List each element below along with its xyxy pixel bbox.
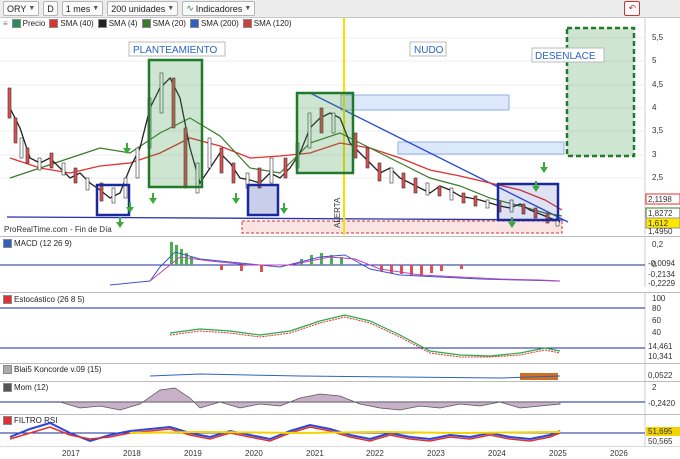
up-arrow-icon: [540, 162, 548, 173]
momentum-panel: Mom (12) 2 -0,2420: [0, 381, 680, 414]
x-tick: 2023: [427, 449, 445, 458]
macd-panel: MACD (12 26 9) 0,2 0 -0,0094 -0,2134 -0,…: [0, 236, 680, 287]
svg-text:3,5: 3,5: [652, 126, 664, 135]
svg-text:-0,2134: -0,2134: [648, 270, 676, 279]
stoch-k-line: [169, 314, 561, 357]
resistance-zone-lower: [397, 141, 565, 155]
x-tick: 2022: [366, 449, 384, 458]
back-button[interactable]: ↶: [624, 1, 640, 16]
svg-text:-0,0094: -0,0094: [648, 259, 676, 268]
svg-text:0,2: 0,2: [652, 240, 664, 249]
svg-text:4,5: 4,5: [652, 80, 664, 89]
svg-text:3: 3: [652, 150, 657, 159]
up-arrow-icon: [232, 193, 240, 204]
horizontal-support-line: [6, 216, 565, 221]
svg-text:5: 5: [652, 56, 657, 65]
stoch-d-line: [169, 316, 561, 358]
units-selector[interactable]: 200 unidades ▼: [107, 1, 179, 16]
price-tags: 2,1198 1,8272 1,612 1,4950: [645, 193, 680, 235]
svg-text:60: 60: [652, 316, 661, 325]
svg-text:14,461: 14,461: [648, 342, 673, 351]
box-nudo: [295, 91, 355, 175]
rsi-chart[interactable]: 51,695 50,565: [0, 415, 680, 447]
up-arrow-icon: [116, 217, 124, 228]
svg-text:10,341: 10,341: [648, 352, 673, 361]
watermark: ProRealTime.com - Fin de Día: [4, 225, 112, 234]
svg-text:5,5: 5,5: [652, 33, 664, 42]
svg-text:1,8272: 1,8272: [648, 209, 673, 218]
svg-text:-0,2229: -0,2229: [648, 279, 676, 287]
koncorde-panel: Blai5 Koncorde v.09 (15) 0,0522: [0, 363, 680, 381]
box-desenlace: [565, 26, 636, 158]
price-chart[interactable]: ALERTA PLANTEAMIENTO NUDO DESENLACE ProR…: [0, 18, 680, 235]
nudo-label: NUDO: [414, 45, 444, 56]
x-tick: 2018: [123, 449, 141, 458]
svg-text:2,5: 2,5: [652, 173, 664, 182]
period-letter-button[interactable]: D: [43, 1, 58, 16]
chevron-down-icon: ▼: [167, 5, 175, 12]
x-tick: 2017: [62, 449, 80, 458]
macd-chart[interactable]: 0,2 0 -0,0094 -0,2134 -0,2229: [0, 237, 680, 287]
stochastic-chart[interactable]: 100 80 60 40 14,461 10,341: [0, 293, 680, 363]
svg-text:-0,2420: -0,2420: [648, 399, 676, 408]
stoch-y-ticks: 100 80 60 40: [652, 294, 666, 337]
box-base-3: [496, 182, 560, 222]
chevron-down-icon: ▼: [244, 5, 252, 12]
up-arrow-icon: [126, 202, 134, 213]
timeframe-selector[interactable]: 1 mes ▼: [61, 1, 104, 16]
chevron-down-icon: ▼: [28, 5, 36, 12]
svg-text:1,4950: 1,4950: [648, 227, 673, 235]
koncorde-chart[interactable]: 0,0522: [0, 364, 680, 381]
up-arrow-icon: [149, 193, 157, 204]
svg-text:2: 2: [652, 383, 657, 392]
planteamiento-label: PLANTEAMIENTO: [133, 45, 217, 56]
rsi-panel: FILTRO RSI 51,695 50,565: [0, 414, 680, 447]
x-tick: 2021: [306, 449, 324, 458]
box-planteamiento: [147, 58, 204, 189]
arrow-left-icon: ↶: [628, 3, 636, 13]
x-tick: 2025: [549, 449, 567, 458]
x-tick: 2026: [610, 449, 628, 458]
svg-text:51,695: 51,695: [648, 427, 673, 436]
chevron-down-icon: ▼: [92, 5, 100, 12]
rsi-filter-line: [129, 430, 561, 435]
x-axis: 2017 2018 2019 2020 2021 2022 2023 2024 …: [0, 446, 680, 458]
x-tick: 2020: [245, 449, 263, 458]
box-base-2: [246, 183, 280, 217]
svg-text:40: 40: [652, 328, 661, 337]
up-arrow-icon: [280, 203, 288, 214]
toolbar: ORY ▼ D 1 mes ▼ 200 unidades ▼ ∿ Indicadores…: [0, 0, 680, 18]
x-tick: 2024: [488, 449, 506, 458]
indicators-icon: ∿: [186, 3, 194, 13]
svg-text:2,1198: 2,1198: [648, 195, 672, 204]
svg-text:0,0522: 0,0522: [648, 371, 673, 380]
mom-area: [59, 387, 561, 411]
svg-text:50,565: 50,565: [648, 437, 673, 446]
macd-histogram-positive: [170, 242, 343, 265]
x-tick: 2019: [184, 449, 202, 458]
symbol-selector[interactable]: ORY ▼: [3, 1, 40, 16]
desenlace-label: DESENLACE: [535, 51, 596, 62]
resistance-zone-upper: [340, 94, 510, 111]
price-y-ticks: 5,5 5 4,5 4 3,5 3 2,5: [652, 33, 664, 182]
svg-text:100: 100: [652, 294, 666, 303]
momentum-chart[interactable]: 2 -0,2420: [0, 382, 680, 414]
indicators-button[interactable]: ∿ Indicadores ▼: [182, 1, 256, 16]
stochastic-panel: Estocástico (26 8 5) 100 80 60 40 14,461…: [0, 292, 680, 363]
macd-histogram-negative: [220, 265, 463, 275]
koncorde-line: [149, 373, 561, 379]
svg-text:4: 4: [652, 103, 657, 112]
price-panel: ≡ Precio SMA (40) SMA (4) SMA (20) SMA (…: [0, 18, 680, 235]
svg-text:80: 80: [652, 304, 661, 313]
vertical-alert-label: ALERTA: [333, 197, 342, 228]
